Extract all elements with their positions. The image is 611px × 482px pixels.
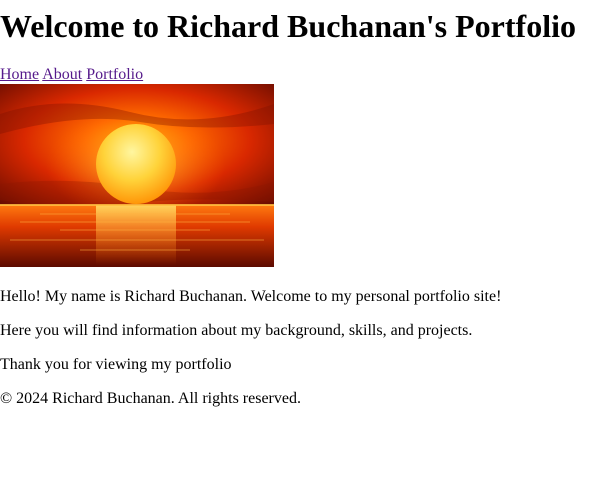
intro-paragraph: Hello! My name is Richard Buchanan. Welc… — [0, 288, 502, 305]
nav-link-home[interactable]: Home — [0, 66, 39, 83]
hero-sunset-image — [0, 84, 274, 267]
nav-link-about[interactable]: About — [42, 66, 82, 83]
nav-link-portfolio[interactable]: Portfolio — [86, 66, 143, 83]
main-nav: Home About Portfolio — [0, 66, 143, 84]
info-paragraph: Here you will find information about my … — [0, 322, 473, 339]
footer-copyright: © 2024 Richard Buchanan. All rights rese… — [0, 390, 301, 407]
page-title: Welcome to Richard Buchanan's Portfolio — [0, 8, 576, 44]
sunset-image — [0, 84, 274, 267]
thanks-paragraph: Thank you for viewing my portfolio — [0, 356, 232, 373]
page: Welcome to Richard Buchanan's Portfolio … — [0, 0, 611, 482]
